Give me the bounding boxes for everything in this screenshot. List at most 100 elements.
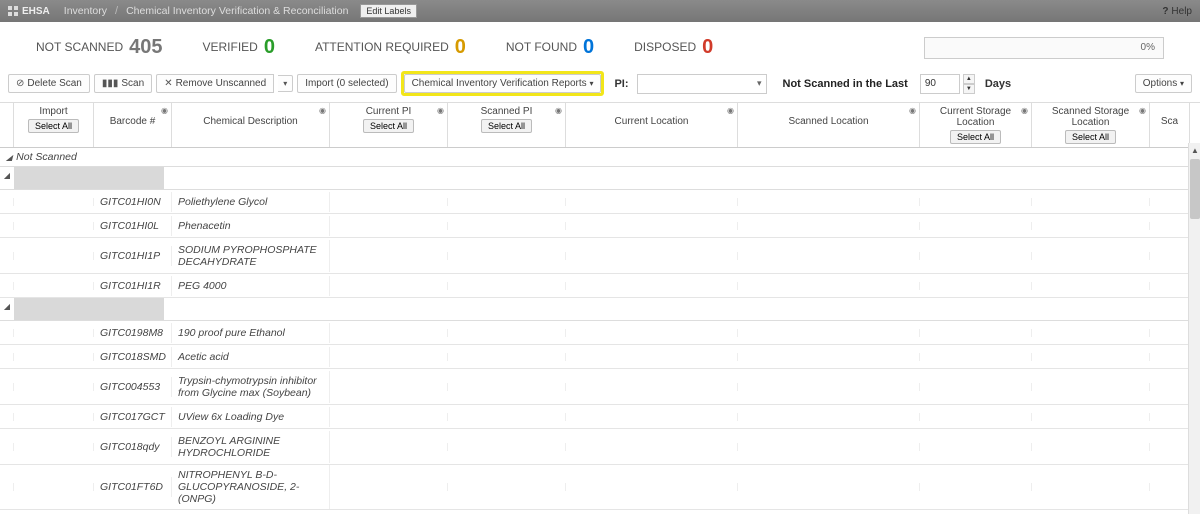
help-link[interactable]: ?Help <box>1162 6 1192 17</box>
delete-scan-button[interactable]: ⊘Delete Scan <box>8 74 90 93</box>
cell-current-storage <box>920 383 1032 391</box>
cell-chem-desc: PEG 4000 <box>172 276 330 296</box>
col-chem-desc[interactable]: Chemical Description ◉ <box>172 103 330 147</box>
cell-import <box>14 443 94 451</box>
cell-scanned-pi <box>448 443 566 451</box>
cell-scanned-loc <box>738 443 920 451</box>
scroll-up-icon[interactable]: ▲ <box>1189 143 1200 157</box>
col-barcode[interactable]: Barcode # ◉ <box>94 103 172 147</box>
cell-sca <box>1150 198 1190 206</box>
cell-import <box>14 413 94 421</box>
group-not-scanned[interactable]: ◢Not Scanned <box>0 148 1200 167</box>
cell-barcode: GITC01HI0L <box>94 216 172 236</box>
table-row[interactable]: GITC01HI0NPoliethylene Glycol <box>0 190 1200 214</box>
days-spinner[interactable]: ▲▼ <box>963 74 975 94</box>
cell-chem-desc: Phenacetin <box>172 216 330 236</box>
breadcrumb-sep: / <box>115 5 118 17</box>
cell-scanned-loc <box>738 252 920 260</box>
col-scanned-storage[interactable]: Scanned Storage Location Select All ◉ <box>1032 103 1150 147</box>
cell-scanned-loc <box>738 329 920 337</box>
col-import[interactable]: Import Select All <box>14 103 94 147</box>
filter-icon[interactable]: ◉ <box>319 106 326 115</box>
cell-barcode: GITC01HI1R <box>94 276 172 296</box>
cell-import <box>14 222 94 230</box>
import-select-all-button[interactable]: Select All <box>28 119 79 133</box>
scan-button[interactable]: ▮▮▮Scan <box>94 74 152 93</box>
collapse-icon[interactable]: ◢ <box>0 167 14 189</box>
filter-icon[interactable]: ◉ <box>1139 106 1146 115</box>
options-dropdown-button[interactable]: Options ▾ <box>1135 74 1192 93</box>
scanned-pi-select-all-button[interactable]: Select All <box>481 119 532 133</box>
table-row[interactable]: GITC018SMDAcetic acid <box>0 345 1200 369</box>
x-icon: ✕ <box>164 78 172 89</box>
cell-current-storage <box>920 443 1032 451</box>
table-row[interactable]: GITC01HI1PSODIUM PYROPHOSPHATE DECAHYDRA… <box>0 238 1200 274</box>
cell-sca <box>1150 413 1190 421</box>
cell-current-loc <box>566 443 738 451</box>
col-scanned-pi[interactable]: Scanned PI Select All ◉ <box>448 103 566 147</box>
stat-attention: ATTENTION REQUIRED0 <box>315 36 466 59</box>
cell-current-storage <box>920 252 1032 260</box>
cell-sca <box>1150 353 1190 361</box>
cell-chem-desc: BENZOYL ARGININE HYDROCHLORIDE <box>172 431 330 463</box>
reports-dropdown-button[interactable]: Chemical Inventory Verification Reports … <box>404 74 602 93</box>
table-row[interactable]: GITC01HI1RPEG 4000 <box>0 274 1200 298</box>
breadcrumb-inventory[interactable]: Inventory <box>64 5 107 17</box>
import-button[interactable]: Import (0 selected) <box>297 74 396 93</box>
current-storage-select-all-button[interactable]: Select All <box>950 130 1001 144</box>
table-row[interactable]: GITC01HI0LPhenacetin <box>0 214 1200 238</box>
cell-scanned-loc <box>738 383 920 391</box>
table-row[interactable]: GITC017GCTUView 6x Loading Dye <box>0 405 1200 429</box>
col-current-location[interactable]: Current Location ◉ <box>566 103 738 147</box>
col-current-storage[interactable]: Current Storage Location Select All ◉ <box>920 103 1032 147</box>
filter-icon[interactable]: ◉ <box>555 106 562 115</box>
cell-current-storage <box>920 329 1032 337</box>
row-expander <box>0 198 14 206</box>
filter-icon[interactable]: ◉ <box>909 106 916 115</box>
cell-scanned-loc <box>738 198 920 206</box>
vertical-scrollbar[interactable]: ▲ <box>1188 143 1200 514</box>
scroll-thumb[interactable] <box>1190 159 1200 219</box>
filter-icon[interactable]: ◉ <box>727 106 734 115</box>
cell-scanned-pi <box>448 252 566 260</box>
stat-verified: VERIFIED0 <box>203 36 275 59</box>
cell-scanned-storage <box>1032 198 1150 206</box>
spinner-up-icon[interactable]: ▲ <box>963 74 975 84</box>
remove-unscanned-button[interactable]: ✕Remove Unscanned <box>156 74 274 93</box>
days-input[interactable]: 90 <box>920 74 960 94</box>
col-scanned-location[interactable]: Scanned Location ◉ <box>738 103 920 147</box>
collapse-icon[interactable]: ◢ <box>0 298 14 320</box>
remove-unscanned-dropdown[interactable]: ▾ <box>278 75 293 92</box>
col-sca[interactable]: Sca <box>1150 103 1190 147</box>
current-pi-select-all-button[interactable]: Select All <box>363 119 414 133</box>
table-row[interactable]: GITC004553Trypsin-chymotrypsin inhibitor… <box>0 369 1200 405</box>
cell-scanned-pi <box>448 383 566 391</box>
filter-icon[interactable]: ◉ <box>1021 106 1028 115</box>
spinner-down-icon[interactable]: ▼ <box>963 84 975 94</box>
cell-current-pi <box>330 198 448 206</box>
table-row[interactable]: GITC0198M8190 proof pure Ethanol <box>0 321 1200 345</box>
brand-label: EHSA <box>22 6 50 17</box>
filter-icon[interactable]: ◉ <box>161 106 168 115</box>
cell-barcode: GITC0198M8 <box>94 323 172 343</box>
cell-scanned-storage <box>1032 329 1150 337</box>
collapse-icon[interactable]: ◢ <box>6 153 12 162</box>
cell-scanned-pi <box>448 282 566 290</box>
cell-current-storage <box>920 198 1032 206</box>
cell-sca <box>1150 252 1190 260</box>
row-expander <box>0 222 14 230</box>
table-row[interactable]: GITC01FT6DNITROPHENYL B-D-GLUCOPYRANOSID… <box>0 465 1200 510</box>
col-current-pi[interactable]: Current PI Select All ◉ <box>330 103 448 147</box>
cell-current-pi <box>330 383 448 391</box>
progress-box: 0% <box>924 37 1164 59</box>
cell-current-loc <box>566 483 738 491</box>
pi-select[interactable]: ▾ <box>637 74 767 94</box>
filter-icon[interactable]: ◉ <box>437 106 444 115</box>
cell-scanned-loc <box>738 282 920 290</box>
edit-labels-button[interactable]: Edit Labels <box>360 4 417 18</box>
table-row[interactable]: GITC018qdyBENZOYL ARGININE HYDROCHLORIDE <box>0 429 1200 465</box>
cell-chem-desc: Acetic acid <box>172 347 330 367</box>
scanned-storage-select-all-button[interactable]: Select All <box>1065 130 1116 144</box>
app-grid-icon <box>8 6 18 16</box>
reports-highlight: Chemical Inventory Verification Reports … <box>401 71 605 96</box>
